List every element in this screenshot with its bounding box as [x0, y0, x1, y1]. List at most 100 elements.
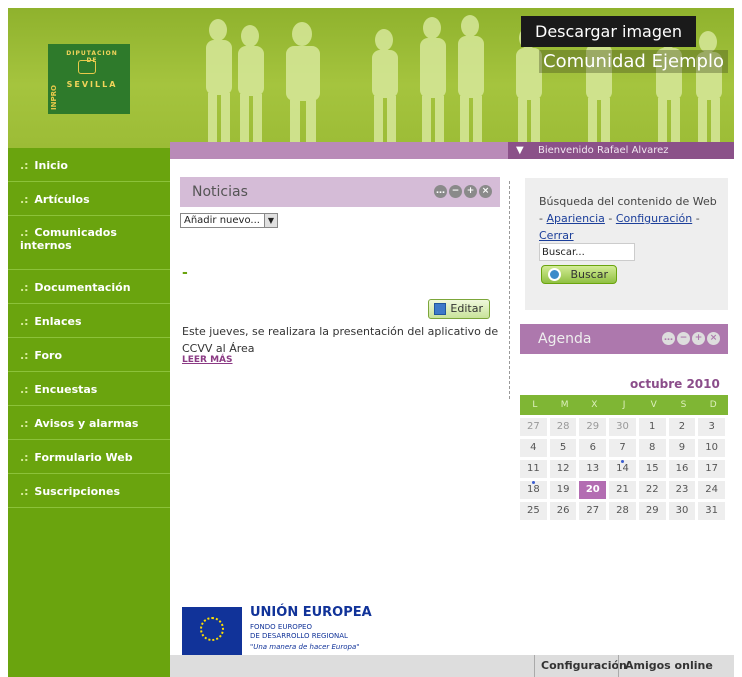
sidebar-item-8[interactable]: .: Formulario Web: [8, 440, 170, 474]
calendar-week: 4 5 6 7 8 9 10: [520, 439, 728, 457]
bullet-icon: .:: [20, 485, 29, 498]
calendar-day[interactable]: 7: [609, 439, 636, 457]
search-button-label: Buscar: [570, 268, 608, 281]
calendar-day[interactable]: 30: [609, 418, 636, 436]
search-button[interactable]: Buscar: [541, 265, 617, 284]
calendar-day[interactable]: 28: [609, 502, 636, 520]
minimize-icon[interactable]: −: [677, 332, 690, 345]
calendar-day[interactable]: 29: [579, 418, 607, 436]
calendar-day[interactable]: 10: [698, 439, 726, 457]
options-icon[interactable]: …: [434, 185, 447, 198]
calendar-day[interactable]: 29: [638, 502, 666, 520]
sidebar-item-3[interactable]: .: Documentación: [8, 270, 170, 304]
calendar-day[interactable]: 27: [520, 418, 547, 436]
calendar-day[interactable]: 2: [668, 418, 696, 436]
calendar-day[interactable]: 30: [668, 502, 696, 520]
sidebar-item-label: Encuestas: [34, 383, 98, 396]
calendar-day[interactable]: 21: [609, 481, 636, 499]
sidebar-item-label: Formulario Web: [34, 451, 133, 464]
calendar-day[interactable]: 26: [549, 502, 577, 520]
calendar-week: 27 28 29 30 1 2 3: [520, 418, 728, 436]
calendar-day[interactable]: 16: [668, 460, 696, 478]
caret-down-icon[interactable]: ▼: [516, 142, 524, 159]
header-banner: DIPUTACION DE SEVILLA INPRO Comunidad Ej…: [8, 8, 734, 148]
footer-bar: Configuración Amigos online (0): [170, 655, 734, 677]
download-image-button[interactable]: Descargar imagen: [521, 16, 696, 47]
bullet-icon: .:: [20, 159, 29, 172]
calendar-day[interactable]: 1: [638, 418, 666, 436]
calendar-day[interactable]: 4: [520, 439, 547, 457]
eu-flag-icon: [182, 607, 242, 655]
sidebar-item-5[interactable]: .: Foro: [8, 338, 170, 372]
weekday-label: J: [622, 400, 626, 410]
sidebar-nav: .: Inicio.: Artículos.: Comunicados inte…: [8, 148, 170, 677]
calendar-day[interactable]: 22: [638, 481, 666, 499]
sidebar-item-9[interactable]: .: Suscripciones: [8, 474, 170, 508]
agenda-widget-header: Agenda … − + ×: [520, 324, 728, 354]
news-window-controls: … − + ×: [434, 185, 492, 198]
calendar-day[interactable]: 9: [668, 439, 696, 457]
sidebar-item-2[interactable]: .: Comunicados internos: [8, 216, 170, 270]
community-name: Comunidad Ejemplo: [539, 50, 728, 73]
sidebar-item-6[interactable]: .: Encuestas: [8, 372, 170, 406]
edit-button[interactable]: Editar: [428, 299, 490, 319]
sidebar-item-label: Documentación: [34, 281, 131, 294]
calendar-day[interactable]: 31: [698, 502, 726, 520]
add-new-select[interactable]: Añadir nuevo... ▼: [180, 213, 278, 228]
weekday-label: V: [650, 400, 657, 410]
calendar-day[interactable]: 3: [698, 418, 726, 436]
calendar-day[interactable]: 14: [609, 460, 636, 478]
calendar-day[interactable]: 12: [549, 460, 577, 478]
footer-friends-online-button[interactable]: Amigos online (0): [618, 655, 734, 677]
close-link[interactable]: Cerrar: [539, 229, 574, 242]
minimize-icon[interactable]: −: [449, 185, 462, 198]
appearance-link[interactable]: Apariencia: [546, 212, 604, 225]
bullet-icon: .:: [20, 281, 29, 294]
search-input[interactable]: [539, 243, 635, 261]
welcome-bar[interactable]: ▼ Bienvenido Rafael Alvarez: [508, 142, 734, 159]
options-icon[interactable]: …: [662, 332, 675, 345]
calendar-day[interactable]: 5: [549, 439, 577, 457]
calendar-day[interactable]: 13: [579, 460, 607, 478]
calendar-day[interactable]: 17: [698, 460, 726, 478]
calendar-day[interactable]: 8: [638, 439, 666, 457]
calendar-day[interactable]: 27: [579, 502, 607, 520]
calendar-day[interactable]: 28: [549, 418, 577, 436]
read-more-link[interactable]: LEER MÁS: [182, 355, 233, 365]
calendar-day[interactable]: 25: [520, 502, 547, 520]
news-body: Este jueves, se realizara la presentació…: [182, 325, 499, 355]
news-dash: -: [182, 265, 188, 281]
calendar-day[interactable]: 19: [549, 481, 577, 499]
agenda-window-controls: … − + ×: [662, 332, 720, 345]
bullet-icon: .:: [20, 383, 29, 396]
calendar-week: 18 19 20 21 22 23 24: [520, 481, 728, 499]
calendar-day[interactable]: 18: [520, 481, 547, 499]
bullet-icon: .:: [20, 451, 29, 464]
close-icon[interactable]: ×: [479, 185, 492, 198]
configuration-link[interactable]: Configuración: [616, 212, 692, 225]
close-icon[interactable]: ×: [707, 332, 720, 345]
crest-icon: [78, 60, 96, 74]
calendar-day[interactable]: 15: [638, 460, 666, 478]
news-widget-header: Noticias … − + ×: [180, 177, 500, 207]
calendar-week: 25 26 27 28 29 30 31: [520, 502, 728, 520]
search-description: Búsqueda del contenido de Web - Aparienc…: [539, 195, 717, 242]
bullet-icon: .:: [20, 226, 29, 239]
search-panel: Búsqueda del contenido de Web - Aparienc…: [525, 178, 728, 310]
calendar-day[interactable]: 24: [698, 481, 726, 499]
chevron-down-icon[interactable]: ▼: [264, 214, 277, 227]
sidebar-item-0[interactable]: .: Inicio: [8, 148, 170, 182]
bullet-icon: .:: [20, 315, 29, 328]
calendar-day[interactable]: 6: [579, 439, 607, 457]
calendar-day[interactable]: 11: [520, 460, 547, 478]
sidebar-item-4[interactable]: .: Enlaces: [8, 304, 170, 338]
sidebar-item-1[interactable]: .: Artículos: [8, 182, 170, 216]
calendar-day-today[interactable]: 20: [579, 481, 607, 499]
search-icon: [548, 268, 561, 281]
calendar-day[interactable]: 23: [668, 481, 696, 499]
maximize-icon[interactable]: +: [692, 332, 705, 345]
maximize-icon[interactable]: +: [464, 185, 477, 198]
logo[interactable]: DIPUTACION DE SEVILLA INPRO: [48, 44, 130, 114]
welcome-text: Bienvenido Rafael Alvarez: [538, 145, 669, 156]
sidebar-item-7[interactable]: .: Avisos y alarmas: [8, 406, 170, 440]
